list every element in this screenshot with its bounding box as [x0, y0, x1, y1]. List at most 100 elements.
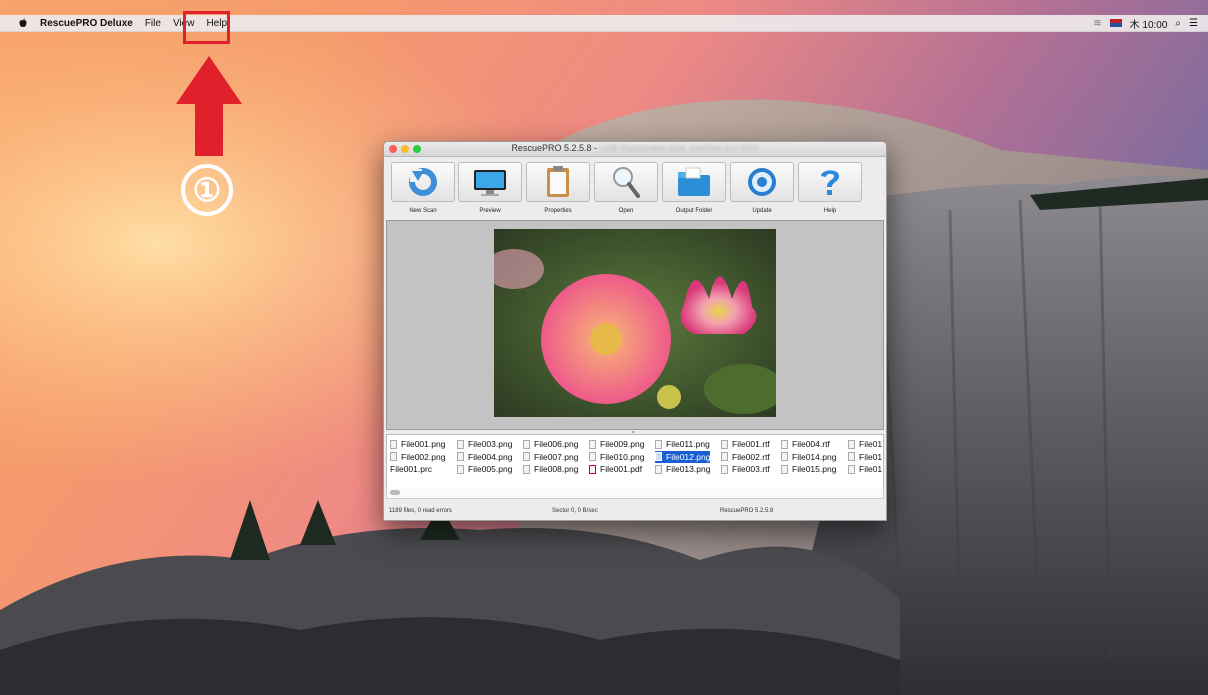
file-list-item[interactable]: File001.prc: [390, 463, 445, 476]
file-icon: [390, 452, 397, 462]
file-icon: [848, 439, 855, 449]
file-icon: [523, 439, 530, 449]
file-list-item[interactable]: File001.rtf: [721, 438, 770, 451]
file-icon: [781, 452, 788, 462]
window-title-device: USB Removable Disk SanDisk Ext SSD: [599, 143, 759, 153]
file-list-item[interactable]: File006.png: [523, 438, 578, 451]
file-name: File010.png: [600, 451, 645, 462]
file-icon: [589, 452, 596, 462]
window-title: RescuePRO 5.2.5.8 - USB Removable Disk S…: [384, 143, 886, 153]
file-icon: [589, 439, 596, 449]
file-list-item[interactable]: File002.rtf: [721, 451, 770, 464]
file-list-item[interactable]: File01: [848, 438, 882, 451]
magnifier-icon: [594, 162, 658, 202]
properties-button[interactable]: Properties: [524, 162, 592, 220]
clock[interactable]: 木 10:00: [1130, 16, 1168, 31]
file-list-item[interactable]: File012.png: [655, 450, 711, 463]
question-icon: [798, 162, 862, 202]
monitor-icon: [458, 162, 522, 202]
notification-center-icon[interactable]: ☰: [1189, 18, 1198, 29]
app-menu[interactable]: RescuePRO Deluxe: [40, 18, 133, 29]
file-name: File002.png: [401, 451, 446, 462]
file-icon: [721, 464, 728, 474]
file-icon: [781, 439, 788, 449]
output-folder-button[interactable]: Output Folder: [660, 162, 728, 220]
menu-bar: RescuePRO Deluxe File View Help ≋ 木 10:0…: [0, 15, 1208, 32]
file-list-item[interactable]: File003.rtf: [721, 463, 770, 476]
toolbar-label: Output Folder: [675, 208, 713, 214]
file-list-item[interactable]: File01: [848, 451, 882, 464]
file-column: File004.rtf File014.png File015.png: [781, 438, 836, 476]
file-list-item[interactable]: File013.png: [655, 463, 710, 476]
file-list-item[interactable]: File01: [848, 463, 882, 476]
file-name: File005.png: [468, 464, 513, 474]
wifi-icon[interactable]: ≋: [1093, 18, 1101, 29]
file-list-item[interactable]: File004.rtf: [781, 438, 836, 451]
file-icon: [721, 439, 728, 449]
file-list-item[interactable]: File001.png: [390, 438, 445, 451]
input-source-flag-icon[interactable]: [1109, 19, 1122, 27]
apple-icon[interactable]: [18, 18, 28, 28]
file-list-item[interactable]: File015.png: [781, 463, 836, 476]
window-titlebar[interactable]: RescuePRO 5.2.5.8 - USB Removable Disk S…: [384, 142, 886, 157]
toolbar-label: Properties: [544, 208, 572, 214]
file-icon: [655, 452, 662, 462]
splitter-handle[interactable]: [632, 431, 634, 433]
toolbar-label: New Scan: [409, 208, 437, 214]
scrollbar-thumb[interactable]: [390, 490, 400, 495]
pdf-file-icon: [589, 464, 596, 474]
file-list-item[interactable]: File014.png: [781, 451, 836, 464]
file-list-item[interactable]: File003.png: [457, 438, 512, 451]
file-column: File003.png File004.png File005.png: [457, 438, 512, 476]
file-list-item[interactable]: File007.png: [523, 451, 578, 464]
desktop: RescuePRO Deluxe File View Help ≋ 木 10:0…: [0, 0, 1208, 695]
file-list-item[interactable]: File010.png: [589, 451, 644, 464]
file-column: File011.png File012.png File013.png: [655, 438, 711, 476]
menu-extras: ≋ 木 10:00 ⌕ ☰: [1093, 16, 1208, 31]
file-list-item[interactable]: File001.pdf: [589, 463, 644, 476]
file-list-item[interactable]: File005.png: [457, 463, 512, 476]
step-number-badge: ①: [181, 164, 233, 216]
file-column: File009.png File010.png File001.pdf: [589, 438, 644, 476]
spotlight-search-icon[interactable]: ⌕: [1175, 18, 1181, 29]
toolbar-label: Update: [752, 208, 772, 214]
preview-image: [494, 229, 776, 417]
file-list-item[interactable]: File009.png: [589, 438, 644, 451]
file-column: File001.png File002.png File001.prc: [390, 438, 445, 476]
file-name: File002.rtf: [732, 451, 770, 462]
file-name: File004.png: [468, 451, 513, 462]
file-name: File006.png: [534, 439, 579, 449]
status-bar: 1189 files, 0 read errors Sector 0, 0 B/…: [384, 504, 886, 518]
file-icon: [848, 452, 855, 462]
new-scan-button[interactable]: New Scan: [389, 162, 457, 220]
file-list-item[interactable]: File004.png: [457, 451, 512, 464]
file-list-item[interactable]: File008.png: [523, 463, 578, 476]
file-menu[interactable]: File: [145, 18, 161, 29]
help-button[interactable]: Help: [796, 162, 864, 220]
file-list-item[interactable]: File002.png: [390, 451, 445, 464]
file-name: File003.rtf: [732, 464, 770, 474]
update-button[interactable]: Update: [728, 162, 796, 220]
folder-icon: [662, 162, 726, 202]
file-column: File006.png File007.png File008.png: [523, 438, 578, 476]
file-name: File007.png: [534, 451, 579, 462]
preview-pane: [386, 220, 884, 430]
toolbar-label: Help: [823, 208, 837, 214]
file-list-item[interactable]: File011.png: [655, 438, 710, 451]
file-name: File01: [859, 451, 883, 462]
open-button[interactable]: Open: [592, 162, 660, 220]
preview-button[interactable]: Preview: [456, 162, 524, 220]
file-name: File013.png: [666, 464, 711, 474]
window-title-text: RescuePRO 5.2.5.8 -: [511, 143, 600, 153]
file-name: File001.rtf: [732, 439, 770, 449]
file-name: File01: [859, 439, 883, 449]
clipboard-icon: [526, 162, 590, 202]
file-name: File003.png: [468, 439, 513, 449]
file-column: File001.rtf File002.rtf File003.rtf: [721, 438, 770, 476]
status-sector: Sector 0, 0 B/sec: [552, 508, 598, 514]
file-name: File01: [859, 464, 883, 474]
file-name: File014.png: [792, 451, 837, 462]
rescuepro-window: RescuePRO 5.2.5.8 - USB Removable Disk S…: [383, 141, 887, 521]
file-icon: [781, 464, 788, 474]
horizontal-scrollbar[interactable]: [386, 487, 884, 499]
